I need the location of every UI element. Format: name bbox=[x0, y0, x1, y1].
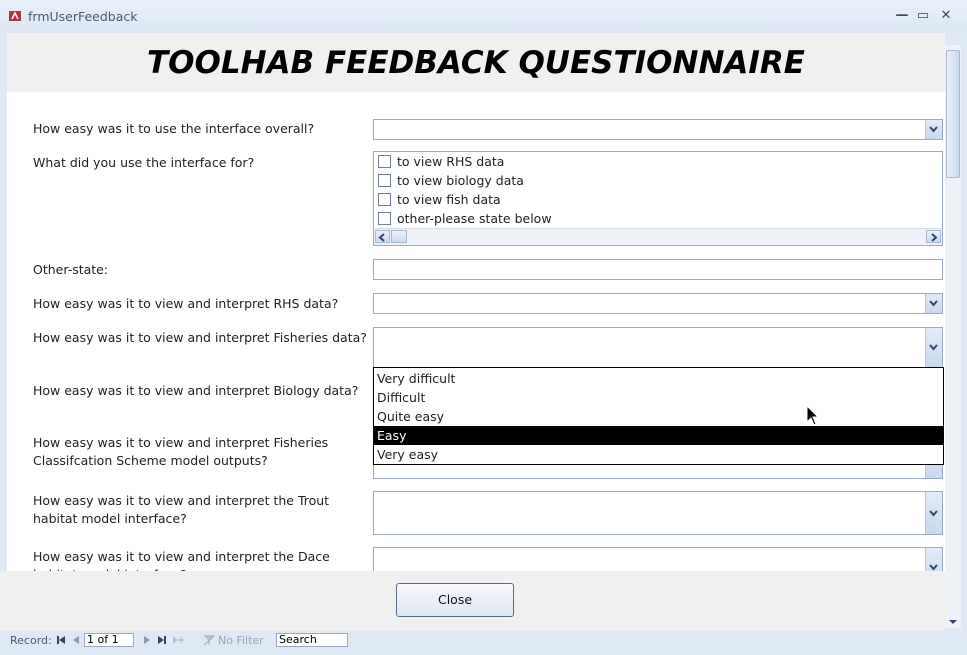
question-trout-ease: How easy was it to view and interpret th… bbox=[33, 493, 330, 526]
checkbox-icon[interactable] bbox=[378, 212, 391, 225]
trout-ease-dropdown-button[interactable] bbox=[925, 492, 942, 534]
ease-dropdown-list[interactable]: Very difficult Difficult Quite easy Easy… bbox=[373, 367, 944, 465]
scroll-thumb[interactable] bbox=[391, 230, 407, 243]
form-header: TOOLHAB FEEDBACK QUESTIONNAIRE bbox=[7, 33, 945, 92]
fisheries-ease-dropdown-button[interactable] bbox=[925, 328, 942, 367]
question-overall-ease: How easy was it to use the interface ove… bbox=[33, 121, 315, 136]
last-record-icon[interactable] bbox=[157, 635, 167, 645]
overall-ease-dropdown-button[interactable] bbox=[925, 120, 942, 139]
usage-item-label: other-please state below bbox=[397, 211, 552, 226]
minimize-button[interactable]: — bbox=[893, 8, 911, 24]
scroll-thumb[interactable] bbox=[946, 50, 960, 178]
chevron-down-icon bbox=[929, 300, 938, 307]
other-state-field[interactable] bbox=[373, 259, 943, 280]
scroll-right-button[interactable] bbox=[926, 230, 941, 243]
chevron-right-icon bbox=[931, 233, 938, 242]
access-app-icon bbox=[9, 11, 21, 21]
mouse-cursor-icon bbox=[806, 405, 820, 426]
dropdown-option[interactable]: Very easy bbox=[374, 445, 943, 464]
overall-ease-combo[interactable] bbox=[373, 119, 943, 140]
close-window-button[interactable]: ✕ bbox=[937, 8, 955, 24]
form-vertical-scrollbar[interactable] bbox=[945, 45, 961, 628]
question-fisheries-ease: How easy was it to view and interpret Fi… bbox=[33, 330, 367, 345]
question-biology-ease: How easy was it to view and interpret Bi… bbox=[33, 383, 359, 398]
checkbox-icon[interactable] bbox=[378, 174, 391, 187]
form-body: TOOLHAB FEEDBACK QUESTIONNAIRE How easy … bbox=[7, 33, 945, 571]
trout-ease-combo[interactable] bbox=[373, 491, 943, 535]
checkbox-icon[interactable] bbox=[378, 193, 391, 206]
first-record-icon[interactable] bbox=[56, 635, 66, 645]
usage-listbox[interactable]: to view RHS data to view biology data to… bbox=[373, 151, 943, 246]
chevron-down-icon bbox=[929, 510, 938, 517]
close-button[interactable]: Close bbox=[396, 583, 514, 617]
record-number-field[interactable]: 1 of 1 bbox=[84, 633, 134, 647]
question-fcs-ease: How easy was it to view and interpret Fi… bbox=[33, 435, 329, 468]
question-other-state: Other-state: bbox=[33, 262, 109, 277]
question-dace-ease: How easy was it to view and interpret th… bbox=[33, 549, 330, 571]
search-input[interactable]: Search bbox=[276, 633, 348, 647]
window-title: frmUserFeedback bbox=[28, 9, 138, 24]
chevron-down-icon bbox=[929, 126, 938, 133]
question-rhs-ease: How easy was it to view and interpret RH… bbox=[33, 296, 339, 311]
chevron-down-icon bbox=[929, 344, 938, 351]
form-title: TOOLHAB FEEDBACK QUESTIONNAIRE bbox=[147, 45, 805, 81]
dropdown-option-selected[interactable]: Easy bbox=[374, 426, 943, 445]
previous-record-icon[interactable] bbox=[71, 635, 81, 645]
rhs-ease-combo[interactable] bbox=[373, 293, 943, 314]
filter-status[interactable]: No Filter bbox=[218, 634, 264, 648]
dropdown-option[interactable]: Quite easy bbox=[374, 407, 943, 426]
listbox-horizontal-scrollbar[interactable] bbox=[374, 228, 942, 245]
usage-item-label: to view RHS data bbox=[397, 154, 505, 169]
usage-item-label: to view fish data bbox=[397, 192, 501, 207]
question-usage: What did you use the interface for? bbox=[33, 155, 255, 170]
new-record-icon[interactable] bbox=[172, 635, 184, 645]
dropdown-option[interactable]: Difficult bbox=[374, 388, 943, 407]
dropdown-option[interactable]: Very difficult bbox=[374, 369, 943, 388]
rhs-ease-dropdown-button[interactable] bbox=[925, 294, 942, 313]
checkbox-icon[interactable] bbox=[378, 155, 391, 168]
chevron-left-icon bbox=[378, 233, 385, 242]
usage-item-label: to view biology data bbox=[397, 173, 524, 188]
next-record-icon[interactable] bbox=[142, 635, 152, 645]
chevron-down-icon bbox=[929, 564, 938, 571]
record-navigation-bar: Record: 1 of 1 No Filter Search bbox=[6, 632, 961, 650]
maximize-button[interactable]: ▭ bbox=[914, 8, 932, 24]
dace-ease-dropdown-button[interactable] bbox=[925, 548, 942, 571]
window-titlebar: frmUserFeedback — ▭ ✕ bbox=[0, 0, 967, 33]
scroll-left-button[interactable] bbox=[375, 230, 390, 243]
chevron-down-icon[interactable] bbox=[948, 619, 958, 626]
dace-ease-combo[interactable] bbox=[373, 547, 943, 571]
record-label: Record: bbox=[10, 634, 52, 647]
fisheries-ease-combo[interactable] bbox=[373, 327, 943, 368]
filter-icon bbox=[203, 635, 215, 646]
